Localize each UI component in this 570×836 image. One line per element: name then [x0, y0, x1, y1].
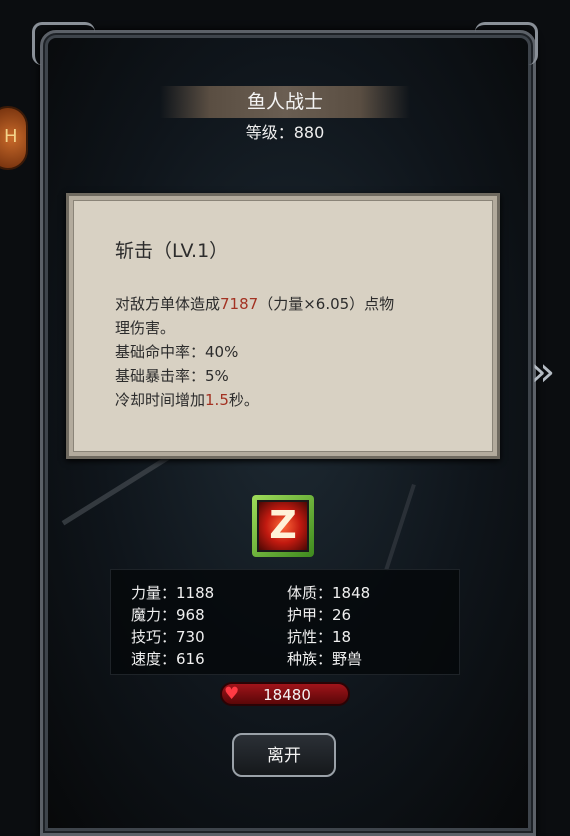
monster-stats: 力量：1188 魔力：968 技巧：730 速度：616 体质：1848 护甲：…	[110, 569, 460, 675]
level-label: 等级：	[245, 123, 294, 142]
skill-description-box: 斩击（LV.1） 对敌方单体造成7187（力量×6.05）点物 理伤害。 基础命…	[66, 193, 500, 459]
damage-value: 7187	[220, 295, 259, 313]
damage-prefix: 对敌方单体造成	[115, 295, 221, 313]
hp-bar: 18480	[220, 682, 350, 706]
skill-title: 斩击（LV.1）	[115, 240, 229, 262]
skill-hit-rate: 基础命中率：40%	[115, 343, 239, 361]
stat-speed: 速度：616	[131, 650, 205, 668]
skill-description: 对敌方单体造成7187（力量×6.05）点物 理伤害。 基础命中率：40% 基础…	[115, 292, 465, 412]
stat-resistance: 抗性：18	[287, 628, 352, 646]
stat-skill: 技巧：730	[131, 628, 205, 646]
stat-constitution: 体质：1848	[287, 584, 371, 602]
slash-skill-icon[interactable]: Z	[252, 495, 314, 557]
skill-cooldown: 冷却时间增加1.5秒。	[115, 388, 465, 412]
skill-crit-rate: 基础暴击率：5%	[115, 367, 229, 385]
hp-value: 18480	[263, 686, 311, 704]
double-chevron-right-icon[interactable]: »	[528, 350, 558, 396]
stat-magic: 魔力：968	[131, 606, 205, 624]
leave-button[interactable]: 离开	[232, 733, 336, 777]
stat-race: 种族：野兽	[287, 650, 363, 668]
stat-strength: 力量：1188	[131, 584, 215, 602]
monster-name: 鱼人战士	[160, 86, 410, 118]
stat-armor: 护甲：26	[287, 606, 352, 624]
skill-desc-line-damage: 对敌方单体造成7187（力量×6.05）点物	[115, 292, 465, 316]
cooldown-suffix: 秒。	[228, 391, 259, 409]
skill-desc-line-type: 理伤害。	[115, 319, 176, 337]
heart-icon: ♥	[224, 684, 240, 704]
cooldown-value: 1.5	[205, 391, 229, 409]
damage-suffix: （力量×6.05）点物	[258, 295, 395, 313]
panel-corner-ornament	[32, 22, 95, 65]
cooldown-prefix: 冷却时间增加	[115, 391, 206, 409]
panel-corner-ornament	[475, 22, 538, 65]
level-value: 880	[293, 123, 325, 142]
slash-skill-glyph: Z	[257, 500, 309, 552]
monster-level: 等级：880	[0, 119, 570, 143]
